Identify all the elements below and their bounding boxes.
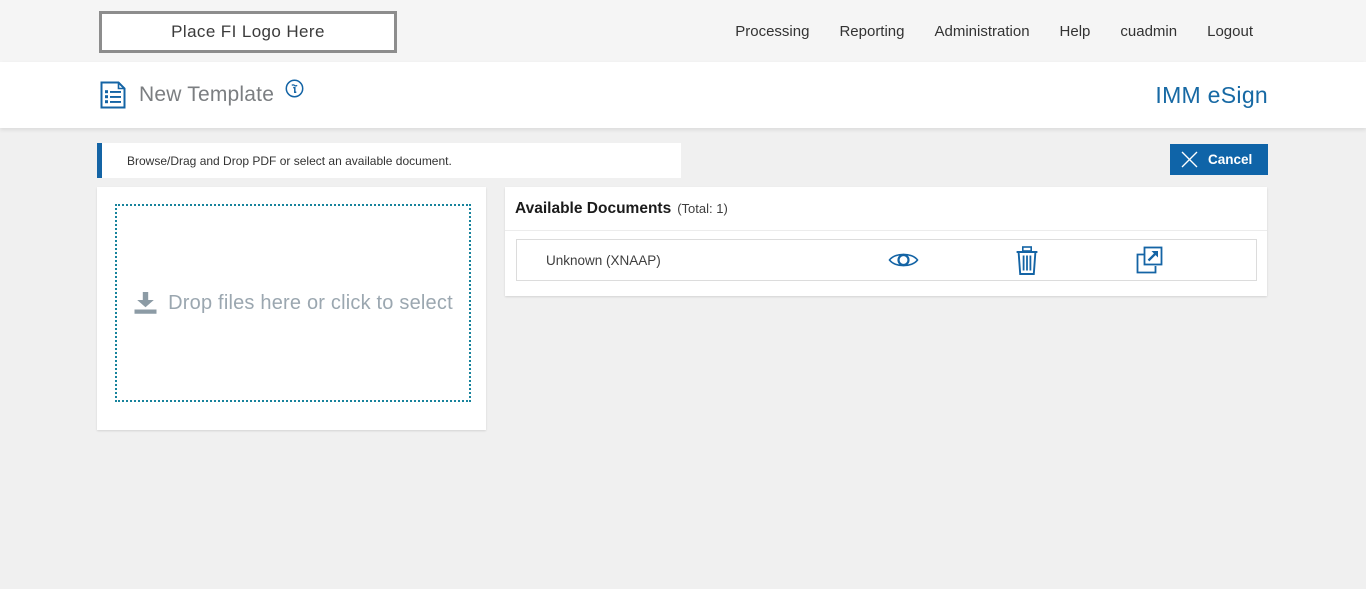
nav-item-reporting[interactable]: Reporting: [839, 23, 904, 40]
delete-document-button[interactable]: [965, 246, 1088, 275]
available-documents-total: (Total: 1): [677, 201, 728, 216]
cancel-button[interactable]: Cancel: [1170, 144, 1268, 175]
table-row: Unknown (XNAAP): [516, 239, 1257, 281]
cancel-button-label: Cancel: [1208, 152, 1252, 167]
nav-item-processing[interactable]: Processing: [735, 23, 809, 40]
brand-imm-esign: IMM eSign: [1155, 62, 1268, 128]
nav-item-administration[interactable]: Administration: [935, 23, 1030, 40]
nav-item-logout[interactable]: Logout: [1207, 23, 1253, 40]
external-link-icon: [1136, 246, 1163, 274]
export-document-button[interactable]: [1088, 246, 1211, 275]
trash-icon: [1016, 246, 1038, 275]
eye-icon: [888, 251, 919, 269]
template-document-icon: [100, 81, 126, 109]
instruction-message-text: Browse/Drag and Drop PDF or select an av…: [127, 154, 452, 168]
fi-logo-placeholder[interactable]: Place FI Logo Here: [99, 11, 397, 53]
page-header-left: New Template: [100, 62, 304, 128]
dropzone-label: Drop files here or click to select: [168, 292, 453, 315]
instruction-message-bar: Browse/Drag and Drop PDF or select an av…: [97, 143, 681, 178]
fi-logo-text: Place FI Logo Here: [171, 22, 325, 42]
page-title: New Template: [139, 83, 274, 107]
upload-card: Drop files here or click to select: [97, 187, 486, 430]
info-circle-icon[interactable]: [285, 79, 304, 98]
top-bar: Place FI Logo Here Processing Reporting …: [0, 0, 1366, 62]
x-icon: [1180, 150, 1199, 169]
main-nav: Processing Reporting Administration Help…: [735, 0, 1253, 62]
available-documents-title: Available Documents: [515, 200, 671, 218]
document-actions: [842, 246, 1211, 275]
available-documents-card: Available Documents (Total: 1) Unknown (…: [505, 187, 1267, 296]
available-documents-header: Available Documents (Total: 1): [505, 187, 1267, 231]
view-document-button[interactable]: [842, 246, 965, 275]
download-arrow-icon: [133, 292, 158, 315]
nav-item-user-cuadmin[interactable]: cuadmin: [1120, 23, 1177, 40]
document-name: Unknown (XNAAP): [517, 253, 842, 268]
file-dropzone[interactable]: Drop files here or click to select: [115, 204, 471, 402]
page-header: New Template IMM eSign: [0, 62, 1366, 128]
nav-item-help[interactable]: Help: [1060, 23, 1091, 40]
